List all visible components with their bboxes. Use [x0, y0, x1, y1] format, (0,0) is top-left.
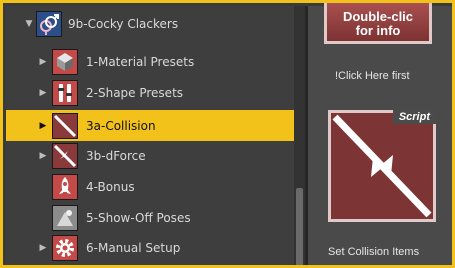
preview-panel: Double-clic for info !Click Here first S… — [308, 3, 452, 265]
info-card[interactable]: Double-clic for info — [324, 3, 432, 44]
info-card-line-2: for info — [355, 23, 401, 38]
tree-item-label: 1-Material Presets — [86, 54, 195, 69]
expand-arrow-icon[interactable]: ▶ — [38, 57, 48, 67]
tree-item-label: 3a-Collision — [86, 118, 156, 133]
tree-item-label: 2-Shape Presets — [86, 85, 184, 100]
expand-arrow-icon[interactable]: ▶ — [38, 151, 48, 161]
expand-arrow-icon[interactable]: ▶ — [38, 243, 48, 253]
scrollbar-thumb[interactable] — [296, 188, 303, 265]
tree-item-show-off-poses[interactable]: 5-Show-Off Poses — [6, 202, 294, 233]
rocket-icon — [52, 173, 78, 200]
shape-presets-icon — [52, 79, 78, 106]
pose-icon — [52, 204, 78, 231]
tree-item-material-presets[interactable]: ▶ 1-Material Presets — [6, 46, 294, 77]
tree-item-label: 9b-Cocky Clackers — [68, 16, 179, 31]
material-presets-icon — [52, 48, 78, 75]
gear-icon — [52, 234, 78, 261]
dforce-icon — [52, 142, 78, 169]
tree-scrollbar[interactable] — [294, 6, 305, 265]
gender-symbols-icon — [36, 10, 62, 37]
tree-item-dforce[interactable]: ▶ 3b-dForce — [6, 140, 294, 171]
tree-item-manual-setup[interactable]: ▶ 6-Manual Setup — [6, 232, 294, 263]
content-library-window: ▼ 9b-Cocky Clackers ▶ 1-Material Presets… — [0, 0, 455, 268]
tree-item-label: 4-Bonus — [86, 179, 135, 194]
collision-arrows-icon — [332, 114, 432, 218]
expand-arrow-icon[interactable]: ▶ — [38, 121, 48, 131]
tree-item-cocky-clackers[interactable]: ▼ 9b-Cocky Clackers — [6, 8, 294, 39]
info-card-line-1: Double-clic — [342, 9, 414, 24]
tree-item-label: 6-Manual Setup — [86, 240, 181, 255]
tree-item-label: 5-Show-Off Poses — [86, 210, 191, 225]
expand-arrow-icon[interactable]: ▼ — [24, 19, 34, 29]
tree-item-label: 3b-dForce — [86, 148, 146, 163]
tree-item-shape-presets[interactable]: ▶ 2-Shape Presets — [6, 77, 294, 108]
click-here-label: !Click Here first — [335, 70, 410, 82]
content-tree: ▼ 9b-Cocky Clackers ▶ 1-Material Presets… — [6, 6, 294, 265]
collision-icon — [52, 112, 78, 139]
tree-item-collision[interactable]: ▶ 3a-Collision — [6, 110, 294, 141]
expand-arrow-icon[interactable]: ▶ — [38, 88, 48, 98]
tree-item-bonus[interactable]: 4-Bonus — [6, 171, 294, 202]
set-collision-script-card[interactable]: Script — [328, 110, 436, 222]
set-collision-caption: Set Collision Items — [328, 246, 420, 258]
